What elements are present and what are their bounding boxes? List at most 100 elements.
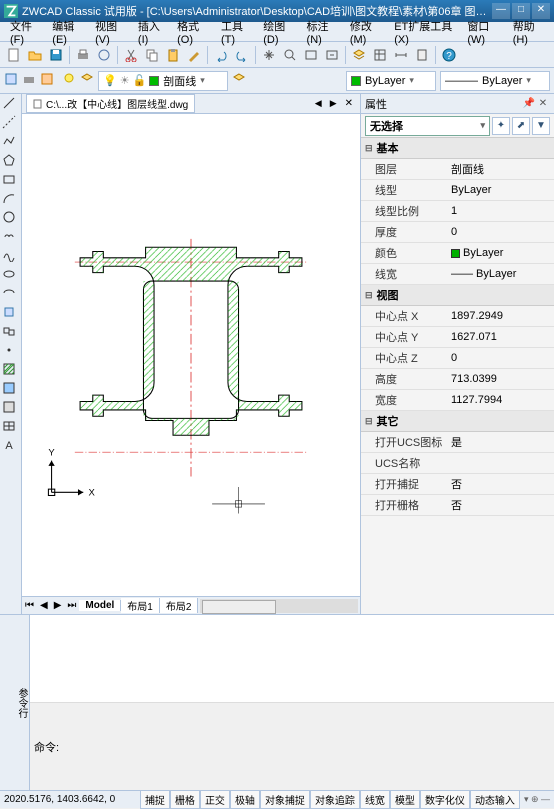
props-icon[interactable] [370,45,390,65]
layer-prev-icon[interactable] [232,72,246,89]
prop-row[interactable]: 打开栅格否 [361,495,554,516]
prop-value[interactable]: 是 [447,432,554,452]
tab-layout1[interactable]: 布局1 [121,598,160,613]
menu-文件(F)[interactable]: 文件(F) [4,16,46,48]
copy-icon[interactable] [142,45,162,65]
spline-icon[interactable] [2,248,20,266]
help-icon[interactable]: ? [439,45,459,65]
tab-model[interactable]: Model [79,600,121,611]
qnew-icon[interactable] [4,72,18,89]
prop-row[interactable]: 颜色ByLayer [361,243,554,264]
drawing-canvas[interactable]: X Y [22,114,360,596]
zoom-icon[interactable] [280,45,300,65]
pickadd-icon[interactable]: ⬈ [512,117,530,135]
property-grid[interactable]: 基本图层剖面线线型ByLayer线型比例1厚度0颜色ByLayer线宽—— By… [361,138,554,614]
menu-修改(M)[interactable]: 修改(M) [344,16,388,48]
tab-layout2[interactable]: 布局2 [160,598,199,613]
save-icon[interactable] [46,45,66,65]
mtext-icon[interactable]: A [2,438,20,456]
coords-readout[interactable]: 2020.5176, 1403.6642, 0 [4,794,123,805]
prop-row[interactable]: 线型比例1 [361,201,554,222]
prop-value[interactable]: 0 [447,222,554,242]
doc-scroll-left[interactable]: ◀ [312,98,325,109]
prop-row[interactable]: 宽度1127.7994 [361,390,554,411]
new-icon[interactable] [4,45,24,65]
status-tail[interactable]: ▾ ⊕ — [520,794,550,805]
prop-row[interactable]: 中心点 Z0 [361,348,554,369]
mode-正交[interactable]: 正交 [200,790,230,809]
prop-row[interactable]: 线宽—— ByLayer [361,264,554,285]
doc-close[interactable]: ✕ [342,98,356,109]
prop-row[interactable]: 打开UCS图标是 [361,432,554,453]
prop-row[interactable]: 中心点 X1897.2949 [361,306,554,327]
block-icon[interactable] [2,324,20,342]
prop-value[interactable]: 1897.2949 [447,306,554,326]
point-icon[interactable] [2,343,20,361]
prop-value[interactable]: 否 [447,474,554,494]
pan-icon[interactable] [259,45,279,65]
prop-row[interactable]: 厚度0 [361,222,554,243]
tabnav-next[interactable]: ▶ [51,600,65,611]
publish-icon[interactable] [40,72,54,89]
prop-value[interactable]: 713.0399 [447,369,554,389]
tabnav-prev[interactable]: ◀ [37,600,51,611]
command-line[interactable]: 命令: [30,702,554,790]
calc-icon[interactable] [412,45,432,65]
tabnav-first[interactable]: ⏮ [22,600,37,611]
command-history[interactable] [30,615,554,702]
pin-icon[interactable]: 📌 [522,97,536,111]
mode-动态输入[interactable]: 动态输入 [470,790,520,809]
revcloud-icon[interactable] [2,229,20,247]
table-icon[interactable] [2,419,20,437]
mode-对象捕捉[interactable]: 对象捕捉 [260,790,310,809]
pline-icon[interactable] [2,134,20,152]
ellipse-icon[interactable] [2,267,20,285]
prop-value[interactable]: 1 [447,201,554,221]
prop-value[interactable]: 0 [447,348,554,368]
gradient-icon[interactable] [2,381,20,399]
dist-icon[interactable] [391,45,411,65]
prop-value[interactable]: 否 [447,495,554,515]
quickselect-icon[interactable]: ✦ [492,117,510,135]
mode-线宽[interactable]: 线宽 [360,790,390,809]
layer-bulb-icon[interactable] [62,72,76,89]
menu-格式(O)[interactable]: 格式(O) [171,16,215,48]
zoomprev-icon[interactable] [322,45,342,65]
preview-icon[interactable] [94,45,114,65]
prop-value[interactable]: ByLayer [447,243,554,263]
close-panel-icon[interactable]: ✕ [536,97,550,111]
menu-窗口(W)[interactable]: 窗口(W) [461,16,506,48]
prop-row[interactable]: 高度713.0399 [361,369,554,390]
selection-dropdown[interactable]: 无选择 [365,116,490,136]
menu-ET扩展工具(X)[interactable]: ET扩展工具(X) [388,16,461,48]
prop-row[interactable]: 中心点 Y1627.071 [361,327,554,348]
prop-row[interactable]: 图层剖面线 [361,159,554,180]
linetype-dropdown[interactable]: ——— ByLayer [440,71,550,91]
prop-value[interactable]: 剖面线 [447,159,554,179]
menu-标注(N)[interactable]: 标注(N) [301,16,344,48]
prop-group[interactable]: 视图 [361,285,554,306]
prop-row[interactable]: 线型ByLayer [361,180,554,201]
prop-group[interactable]: 其它 [361,411,554,432]
menu-编辑(E)[interactable]: 编辑(E) [46,16,89,48]
cut-icon[interactable] [121,45,141,65]
circle-icon[interactable] [2,210,20,228]
match-icon[interactable] [184,45,204,65]
doc-scroll-right[interactable]: ▶ [327,98,340,109]
doc-tab-active[interactable]: C:\...改【中心线】图层线型.dwg [26,94,195,113]
open-icon[interactable] [25,45,45,65]
mode-对象追踪[interactable]: 对象追踪 [310,790,360,809]
prop-value[interactable]: ByLayer [447,180,554,200]
xline-icon[interactable] [2,115,20,133]
zoomwin-icon[interactable] [301,45,321,65]
arc-icon[interactable] [2,191,20,209]
mode-数字化仪[interactable]: 数字化仪 [420,790,470,809]
menu-绘图(D)[interactable]: 绘图(D) [257,16,300,48]
prop-value[interactable] [447,453,554,473]
insert-icon[interactable] [2,305,20,323]
current-layer-dropdown[interactable]: 💡 ☀ 🔓 剖面线 [98,71,228,91]
prop-value[interactable]: 1127.7994 [447,390,554,410]
prop-row[interactable]: UCS名称 [361,453,554,474]
menu-视图(V)[interactable]: 视图(V) [89,16,132,48]
print-icon[interactable] [73,45,93,65]
